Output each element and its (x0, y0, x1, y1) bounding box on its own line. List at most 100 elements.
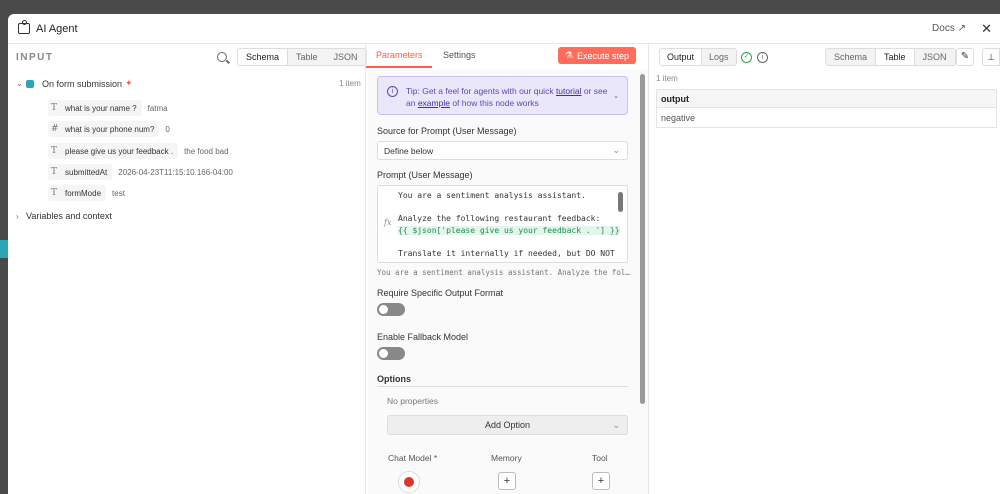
chevron-down-icon: ⌄ (612, 420, 620, 430)
expression-icon: fx (384, 218, 392, 227)
schema-field[interactable]: TsubmittedAt 2026-04-23T11:15:10.166-04:… (48, 164, 233, 180)
active-tab-indicator (366, 66, 432, 68)
tutorial-link[interactable]: tutorial (556, 86, 582, 96)
chevron-down-icon: ⌄ (612, 145, 620, 155)
parameters-scrollbar[interactable] (640, 74, 645, 404)
options-heading: Options (377, 374, 411, 384)
tip-prefix: Tip: Get a feel for agents with our quic… (406, 86, 556, 96)
input-heading: INPUT (16, 52, 54, 63)
source-value: Define below (384, 146, 434, 156)
prompt-editor[interactable]: fx You are a sentiment analysis assistan… (377, 185, 628, 263)
source-label: Source for Prompt (User Message) (377, 126, 517, 136)
chat-model-label: Chat Model * (388, 453, 438, 463)
success-check-icon: ✓ (741, 52, 752, 63)
output-tabs: Output Logs (659, 48, 737, 66)
docs-label: Docs (932, 23, 955, 34)
source-select[interactable]: Define below ⌄ (377, 141, 628, 160)
require-format-label: Require Specific Output Format (377, 288, 504, 298)
node-title[interactable]: AI Agent (36, 23, 78, 35)
pencil-icon: ✎ (960, 51, 970, 62)
tip-callout: i Tip: Get a feel for agents with our qu… (377, 76, 628, 115)
no-properties-text: No properties (387, 396, 439, 406)
output-item-count: 1 item (656, 74, 678, 83)
schema-field[interactable]: Twhat is your name ? fatma (48, 100, 168, 116)
tab-json[interactable]: JSON (915, 49, 955, 65)
tool-label: Tool (592, 453, 608, 463)
pin-icon: ⊥ (987, 52, 995, 62)
input-view-switcher: Schema Table JSON (237, 48, 367, 66)
add-option-label: Add Option (484, 420, 531, 430)
prompt-preview: You are a sentiment analysis assistant. … (377, 268, 630, 277)
field-name: what is your name ? (65, 103, 137, 113)
robot-icon (18, 20, 30, 34)
add-tool-button[interactable]: + (592, 472, 610, 490)
output-table: output negative (656, 89, 997, 128)
prompt-line: Translate it internally if needed, but D… (398, 248, 615, 258)
example-link[interactable]: example (418, 98, 450, 108)
tab-table[interactable]: Table (875, 49, 915, 65)
field-value: test (112, 188, 125, 198)
add-option-button[interactable]: Add Option ⌄ (387, 415, 628, 435)
execute-step-button[interactable]: ⚗ Execute step (558, 47, 636, 64)
info-icon[interactable]: i (757, 52, 768, 63)
trigger-bolt-icon: ✦ (125, 78, 133, 88)
prompt-expression: {{ $json['please give us your feedback .… (398, 225, 620, 235)
schema-field[interactable]: # what is your phone num? 0 (48, 121, 170, 137)
options-divider (377, 386, 628, 387)
tab-json[interactable]: JSON (326, 49, 366, 65)
tab-schema[interactable]: Schema (826, 49, 875, 65)
pin-data-button[interactable]: ⊥ (982, 48, 1000, 66)
string-type-icon: T (51, 146, 58, 156)
prompt-line: You are a sentiment analysis assistant. (398, 191, 586, 200)
schema-field[interactable]: Tplease give us your feedback . the food… (48, 143, 229, 159)
edit-output-button[interactable]: ✎ (956, 48, 974, 66)
column-header[interactable]: output (657, 90, 996, 108)
string-type-icon: T (51, 188, 58, 198)
require-format-toggle[interactable] (377, 303, 405, 316)
field-value: 0 (165, 124, 170, 134)
panel-divider[interactable] (648, 44, 649, 494)
tip-suffix: of how this node works (449, 98, 539, 108)
prompt-line: Analyze the following restaurant feedbac… (398, 214, 601, 223)
fallback-label: Enable Fallback Model (377, 332, 469, 342)
tab-settings[interactable]: Settings (443, 50, 476, 60)
search-icon[interactable] (217, 52, 227, 62)
panel-divider[interactable] (365, 44, 366, 494)
execute-label: Execute step (577, 50, 630, 61)
table-cell[interactable]: negative (657, 108, 996, 127)
flask-icon: ⚗ (564, 50, 574, 60)
item-count: 1 item (339, 79, 361, 88)
variables-label: Variables and context (26, 211, 112, 221)
prompt-text: You are a sentiment analysis assistant. … (398, 190, 620, 259)
trigger-name: On form submission (42, 78, 123, 89)
tab-table[interactable]: Table (288, 49, 326, 65)
external-link-icon: ↗ (957, 23, 966, 34)
field-name: please give us your feedback . (65, 146, 174, 156)
chat-model-node-icon[interactable] (398, 471, 420, 493)
tab-output[interactable]: Output (660, 49, 703, 65)
chevron-down-icon[interactable]: ⌄ (613, 91, 619, 103)
close-icon[interactable]: ✕ (981, 21, 992, 37)
docs-link[interactable]: Docs ↗ (932, 23, 966, 34)
trigger-node-row[interactable]: ⌄ On form submission ✦ (16, 78, 133, 89)
tab-logs[interactable]: Logs (702, 49, 736, 65)
output-view-switcher: Schema Table JSON (825, 48, 956, 66)
field-name: formMode (65, 188, 102, 198)
fallback-toggle[interactable] (377, 347, 405, 360)
memory-label: Memory (491, 453, 522, 463)
node-details-modal: AI Agent Docs ↗ ✕ INPUT Schema Table JSO… (8, 14, 1000, 494)
tab-schema[interactable]: Schema (238, 49, 289, 65)
title-bar: AI Agent Docs ↗ ✕ (8, 14, 1000, 44)
schema-field[interactable]: TformMode test (48, 185, 125, 201)
editor-scrollbar[interactable] (618, 192, 623, 212)
tab-parameters[interactable]: Parameters (376, 50, 423, 60)
chevron-right-icon[interactable]: › (16, 212, 26, 221)
string-type-icon: T (51, 103, 58, 113)
string-type-icon: T (51, 167, 58, 177)
field-name: what is your phone num? (65, 124, 155, 134)
chevron-down-icon[interactable]: ⌄ (16, 79, 26, 88)
prompt-label: Prompt (User Message) (377, 170, 473, 180)
add-memory-button[interactable]: + (498, 472, 516, 490)
variables-context-row[interactable]: › Variables and context (16, 211, 112, 221)
number-type-icon: # (51, 124, 59, 134)
